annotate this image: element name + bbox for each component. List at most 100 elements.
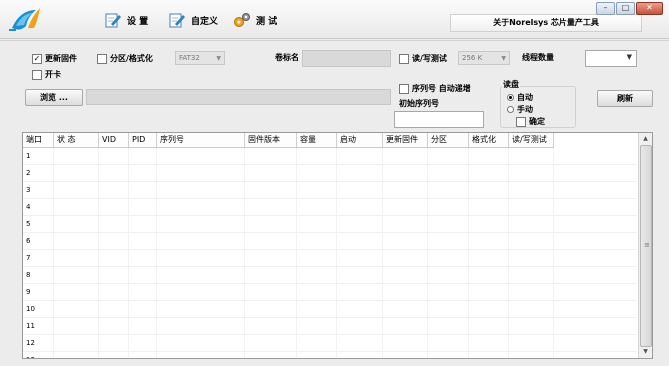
update-firmware-label: 更新固件 [45, 54, 77, 63]
table-row[interactable]: 8 [23, 267, 637, 284]
table-row[interactable]: 9 [23, 284, 637, 301]
col-serial[interactable]: 序列号 [157, 133, 245, 147]
partition-format-checkbox[interactable]: 分区/格式化 [97, 53, 153, 64]
col-firmware-version[interactable]: 固件版本 [245, 133, 297, 147]
table-cell [337, 318, 383, 334]
firmware-path-input[interactable] [86, 89, 391, 105]
table-row[interactable]: 11 [23, 318, 637, 335]
chevron-down-icon: ▼ [501, 55, 506, 62]
table-cell [428, 148, 469, 164]
scroll-down-icon[interactable]: ▼ [639, 346, 652, 358]
table-row[interactable]: 6 [23, 233, 637, 250]
scroll-up-icon[interactable]: ▲ [639, 133, 652, 145]
col-partition[interactable]: 分区 [428, 133, 469, 147]
table-cell [383, 148, 428, 164]
table-cell [428, 250, 469, 266]
table-cell [469, 335, 509, 351]
table-cell [383, 284, 428, 300]
window-controls: – □ ✕ [596, 2, 663, 15]
nav-test-button[interactable]: 测 试 [233, 10, 277, 30]
table-cell [383, 216, 428, 232]
thread-count-select[interactable]: ▼ [585, 50, 637, 67]
table-cell [129, 216, 157, 232]
nav-settings-button[interactable]: 设 置 [104, 10, 148, 30]
rw-test-checkbox[interactable]: 读/写测试 [399, 53, 447, 64]
rw-size-value: 256 K [462, 54, 483, 62]
table-cell [245, 335, 297, 351]
open-card-checkbox[interactable]: 开卡 [32, 69, 61, 80]
disk-auto-radio-dot[interactable] [507, 94, 514, 101]
partition-format-check-box[interactable] [97, 53, 107, 64]
minimize-button[interactable]: – [596, 2, 615, 15]
table-row[interactable]: 4 [23, 199, 637, 216]
filesystem-select[interactable]: FAT32 ▼ [175, 51, 225, 65]
col-update-firmware[interactable]: 更新固件 [383, 133, 428, 147]
table-cell [297, 233, 337, 249]
col-format[interactable]: 格式化 [469, 133, 509, 147]
table-cell [337, 250, 383, 266]
table-row[interactable]: 2 [23, 165, 637, 182]
volume-label-input[interactable] [302, 50, 391, 67]
disk-confirm-check-box[interactable] [516, 116, 526, 127]
col-status[interactable]: 状 态 [54, 133, 99, 147]
table-cell [297, 182, 337, 198]
update-firmware-checkbox[interactable]: ✓ 更新固件 [32, 53, 77, 64]
table-row[interactable]: 12 [23, 335, 637, 352]
browse-button[interactable]: 浏览 ... [25, 89, 83, 106]
col-boot[interactable]: 启动 [337, 133, 383, 147]
table-cell [99, 250, 129, 266]
table-row[interactable]: 5 [23, 216, 637, 233]
port-cell: 8 [23, 267, 54, 283]
open-card-check-box[interactable] [32, 69, 42, 80]
rw-test-check-box[interactable] [399, 53, 409, 64]
nav-customize-button[interactable]: 自定义 [168, 10, 218, 30]
table-cell [337, 233, 383, 249]
table-cell [337, 148, 383, 164]
col-vid[interactable]: VID [99, 133, 129, 147]
refresh-button[interactable]: 刷新 [597, 90, 653, 107]
table-cell [157, 284, 245, 300]
table-row[interactable]: 3 [23, 182, 637, 199]
disk-manual-radio-dot[interactable] [507, 106, 514, 113]
port-cell: 5 [23, 216, 54, 232]
port-cell: 13 [23, 352, 54, 358]
table-cell [54, 250, 99, 266]
about-button[interactable]: 关于Norelsys 芯片量产工具 [450, 14, 642, 32]
col-port[interactable]: 端口 [23, 133, 54, 147]
col-rw-test[interactable]: 读/写测试 [509, 133, 554, 147]
serial-auto-checkbox[interactable]: 序列号 自动递增 [399, 83, 471, 94]
table-cell [129, 250, 157, 266]
col-capacity[interactable]: 容量 [297, 133, 337, 147]
maximize-button[interactable]: □ [616, 2, 635, 15]
filesystem-value: FAT32 [179, 54, 200, 62]
table-scrollbar[interactable]: ▲ ≡ ▼ [638, 133, 652, 358]
scroll-thumb[interactable]: ≡ [640, 145, 652, 347]
table-cell [428, 267, 469, 283]
table-cell [428, 199, 469, 215]
table-cell [383, 182, 428, 198]
disk-auto-radio[interactable]: 自动 [507, 92, 533, 103]
col-pid[interactable]: PID [129, 133, 157, 147]
table-row[interactable]: 1 [23, 148, 637, 165]
table-cell [129, 318, 157, 334]
update-firmware-check-box[interactable]: ✓ [32, 53, 42, 64]
serial-auto-check-box[interactable] [399, 83, 409, 94]
gears-icon [234, 13, 250, 27]
table-cell [129, 335, 157, 351]
disk-confirm-checkbox[interactable]: 确定 [516, 116, 545, 127]
port-cell: 1 [23, 148, 54, 164]
table-cell [337, 165, 383, 181]
nav-customize-label: 自定义 [191, 16, 219, 27]
table-cell [129, 199, 157, 215]
disk-manual-radio[interactable]: 手动 [507, 104, 533, 115]
table-row[interactable]: 13 [23, 352, 637, 358]
rw-size-select[interactable]: 256 K ▼ [458, 51, 510, 65]
close-button[interactable]: ✕ [636, 2, 663, 15]
table-row[interactable]: 10 [23, 301, 637, 318]
port-cell: 12 [23, 335, 54, 351]
table-row[interactable]: 7 [23, 250, 637, 267]
initial-serial-input[interactable] [394, 111, 484, 128]
chevron-down-icon: ▼ [626, 53, 632, 61]
table-cell [428, 352, 469, 358]
table-cell [469, 267, 509, 283]
